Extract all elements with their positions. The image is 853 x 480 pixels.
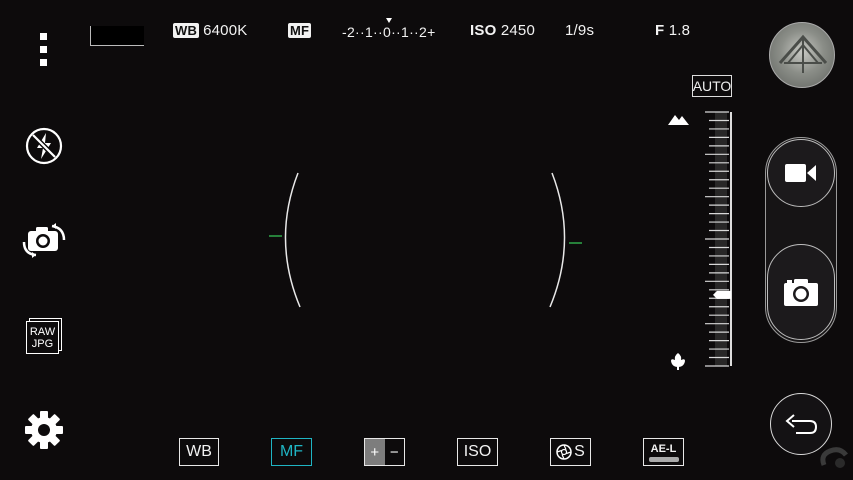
- raw-jpg-button[interactable]: RAW JPG: [22, 314, 66, 358]
- camera-icon: [784, 279, 818, 306]
- ev-scale[interactable]: -2··1··0··1··2+: [342, 24, 436, 40]
- ev-minus: −: [389, 443, 399, 461]
- mf-button[interactable]: MF: [271, 438, 312, 466]
- record-video-button[interactable]: [767, 139, 835, 207]
- focus-frame: [269, 172, 582, 308]
- shutter-speed-readout[interactable]: 1/9s: [565, 22, 594, 39]
- menu-button[interactable]: [22, 28, 66, 72]
- flash-button[interactable]: [22, 124, 66, 168]
- switch-camera-button[interactable]: [22, 218, 66, 262]
- aperture-value: 1.8: [668, 22, 691, 39]
- ev-plus: +: [365, 439, 385, 465]
- wb-button[interactable]: WB: [179, 438, 219, 466]
- histogram: [90, 26, 144, 46]
- focus-mode-readout[interactable]: MF: [288, 22, 315, 39]
- shutter-speed-button[interactable]: S: [550, 438, 591, 466]
- back-arrow-icon: [785, 414, 818, 434]
- thumbnail-image: [778, 34, 828, 73]
- gear-icon: [25, 411, 63, 449]
- mountain-icon: [668, 115, 689, 125]
- focus-bracket-left: [284, 172, 301, 308]
- wb-tag: WB: [173, 23, 200, 38]
- ae-lock-label: AE-L: [650, 442, 677, 455]
- white-balance-readout[interactable]: WB 6400K: [173, 22, 247, 39]
- wb-value: 6400K: [203, 22, 248, 39]
- ev-indicator: [386, 18, 392, 23]
- focus-slider[interactable]: [705, 110, 733, 370]
- raw-jpg-icon: RAW JPG: [26, 318, 62, 354]
- gallery-thumbnail[interactable]: [769, 22, 835, 88]
- aperture-readout: F 1.8: [655, 22, 690, 39]
- focus-auto-button[interactable]: AUTO: [692, 75, 732, 97]
- iso-readout[interactable]: ISO 2450: [470, 22, 535, 39]
- aperture-tag: F: [655, 22, 665, 39]
- ae-lock-button[interactable]: AE-L: [643, 438, 684, 466]
- more-vert-icon: [40, 33, 47, 66]
- flash-off-icon: [25, 127, 63, 165]
- iso-button[interactable]: ISO: [457, 438, 498, 466]
- iso-tag: ISO: [470, 22, 497, 39]
- iso-value: 2450: [500, 22, 535, 39]
- raw-label: RAW: [29, 325, 56, 338]
- settings-button[interactable]: [22, 408, 66, 452]
- shutter-button[interactable]: [767, 244, 835, 340]
- watermark-logo: [820, 447, 848, 468]
- video-camera-icon: [785, 164, 816, 182]
- top-status-bar: WB 6400K MF -2··1··0··1··2+ ISO 2450 1/9s…: [0, 0, 853, 60]
- focus-bracket-right: [549, 172, 566, 308]
- jpg-label: JPG: [31, 337, 54, 350]
- exposure-compensation-button[interactable]: + −: [364, 438, 405, 466]
- camera-switch-icon: [22, 223, 66, 258]
- shutter-speed-label: S: [574, 443, 585, 460]
- flower-macro-icon: [671, 353, 685, 370]
- ae-lock-bar: [648, 456, 679, 462]
- mf-tag: MF: [288, 23, 312, 38]
- aperture-icon: [556, 444, 572, 460]
